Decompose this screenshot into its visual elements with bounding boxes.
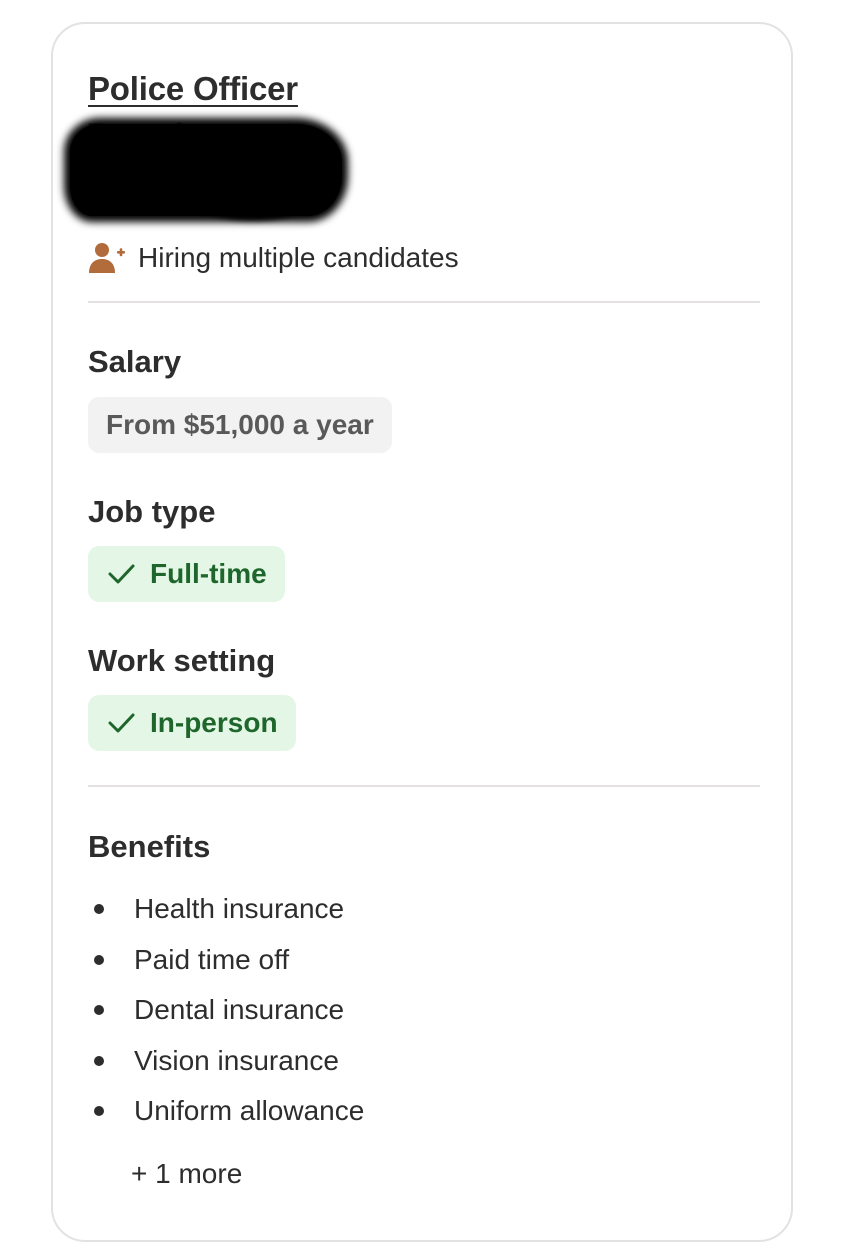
- salary-heading: Salary: [88, 344, 182, 379]
- work-setting-heading: Work setting: [88, 643, 276, 678]
- company-info: Town of ...: [70, 116, 358, 226]
- bullet-icon: [94, 1005, 104, 1016]
- benefits-list: Health insurance Paid time off Dental in…: [88, 884, 364, 1137]
- benefit-item: Health insurance: [88, 884, 364, 935]
- benefit-label: Uniform allowance: [134, 1095, 365, 1127]
- job-type-value: Full-time: [150, 558, 267, 589]
- checkmark-icon: [106, 708, 136, 738]
- job-title-link[interactable]: Police Officer: [88, 70, 298, 108]
- work-setting-value: In-person: [150, 707, 278, 738]
- job-details-card: Police Officer Town of ... Hiring multip…: [51, 22, 793, 1242]
- benefit-label: Dental insurance: [134, 994, 345, 1026]
- section-divider: [88, 301, 760, 303]
- benefits-heading: Benefits: [88, 829, 211, 864]
- checkmark-icon: [106, 559, 136, 589]
- benefit-item: Uniform allowance: [88, 1086, 364, 1137]
- bullet-icon: [94, 904, 104, 915]
- benefit-label: Paid time off: [134, 943, 290, 975]
- benefit-item: Vision insurance: [88, 1036, 364, 1087]
- person-add-icon: [88, 241, 126, 275]
- bullet-icon: [94, 1055, 104, 1066]
- work-setting-pill[interactable]: In-person: [88, 695, 296, 751]
- job-type-heading: Job type: [88, 494, 216, 529]
- benefit-item: Paid time off: [88, 935, 364, 986]
- bullet-icon: [94, 1106, 104, 1117]
- hiring-multiple-row: Hiring multiple candidates: [88, 234, 459, 282]
- benefit-item: Dental insurance: [88, 985, 364, 1036]
- show-more-benefits-link[interactable]: + 1 more: [131, 1158, 242, 1190]
- job-type-pill[interactable]: Full-time: [88, 546, 285, 602]
- hiring-note: Hiring multiple candidates: [138, 242, 459, 273]
- redaction-mark-tail: [198, 180, 308, 216]
- benefit-label: Health insurance: [134, 893, 345, 925]
- salary-value: From $51,000 a year: [106, 409, 374, 440]
- section-divider: [88, 785, 760, 787]
- salary-pill[interactable]: From $51,000 a year: [88, 397, 392, 453]
- bullet-icon: [94, 954, 104, 965]
- benefit-label: Vision insurance: [134, 1044, 339, 1076]
